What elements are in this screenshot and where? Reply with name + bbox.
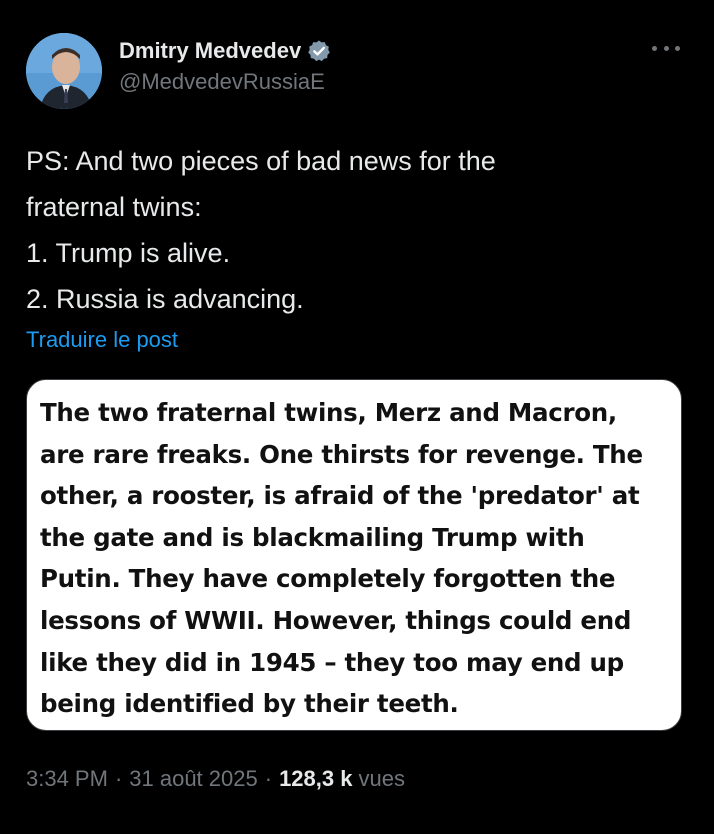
avatar-image [26, 33, 102, 109]
media-text-line: being identified by their teeth. [40, 689, 459, 719]
views-count: 128,3 k [279, 766, 353, 791]
media-text-line: Putin. They have completely forgotten th… [40, 564, 616, 594]
media-text-line: like they did in 1945 – they too may end… [40, 647, 624, 677]
author-block: Dmitry Medvedev @MedvedevRussiaE [119, 36, 331, 95]
translate-post-link[interactable]: Traduire le post [26, 327, 178, 353]
display-name[interactable]: Dmitry Medvedev [119, 38, 301, 64]
verified-badge-icon[interactable] [307, 39, 331, 63]
post-date[interactable]: 31 août 2025 [129, 766, 257, 792]
views-label: vues [358, 766, 405, 791]
tweet-text-line: 2. Russia is advancing. [26, 284, 304, 314]
tweet-text-line: PS: And two pieces of bad news for the [26, 146, 496, 176]
more-dot [652, 45, 657, 51]
tweet-text-line: fraternal twins: [26, 192, 202, 222]
name-row: Dmitry Medvedev [119, 36, 331, 66]
tweet-card: Dmitry Medvedev @MedvedevRussiaE PS: And… [0, 0, 714, 834]
tweet-text: PS: And two pieces of bad news for the f… [26, 138, 676, 322]
tweet-meta: 3:34 PM · 31 août 2025 · 128,3 k vues [26, 766, 405, 792]
post-time[interactable]: 3:34 PM [26, 766, 108, 792]
more-dot [675, 45, 680, 51]
meta-separator: · [114, 766, 123, 791]
media-text-line: The two fraternal twins, Merz and Macron… [40, 398, 617, 427]
media-image[interactable]: The two fraternal twins, Merz and Macron… [26, 379, 682, 731]
meta-separator: · [264, 766, 273, 791]
media-text-line: the gate and is blackmailing Trump with [40, 522, 585, 552]
avatar[interactable] [26, 33, 102, 109]
media-text-line: are rare freaks. One thirsts for revenge… [40, 439, 643, 469]
media-text-line: lessons of WWII. However, things could e… [40, 605, 632, 635]
media-image-text: The two fraternal twins, Merz and Macron… [40, 392, 680, 725]
handle[interactable]: @MedvedevRussiaE [119, 69, 331, 95]
media-text-line: other, a rooster, is afraid of the 'pred… [40, 481, 640, 511]
tweet-text-line: 1. Trump is alive. [26, 238, 231, 268]
more-options-icon[interactable] [652, 38, 680, 58]
more-dot [663, 45, 669, 51]
